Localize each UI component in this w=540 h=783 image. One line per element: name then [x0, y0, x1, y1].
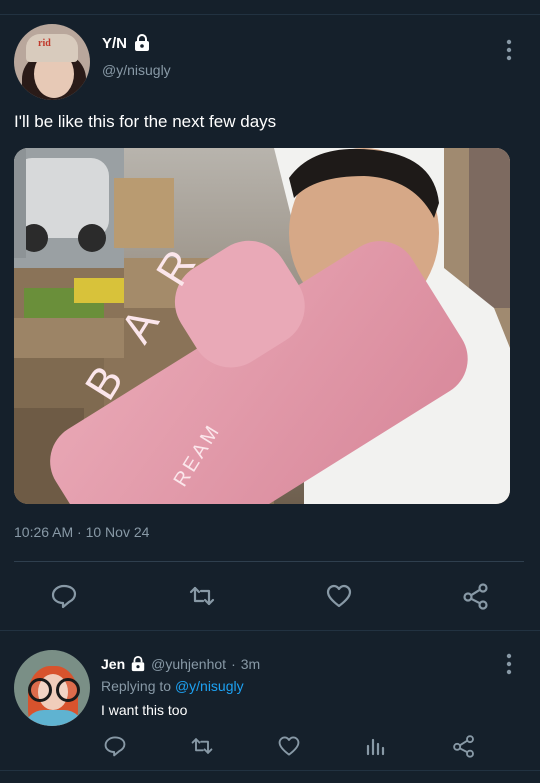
- author-avatar[interactable]: rid: [14, 24, 90, 100]
- reply-more-options-icon[interactable]: [502, 652, 516, 676]
- reply-reply-button[interactable]: [103, 734, 127, 758]
- replying-to-mention[interactable]: @y/nisugly: [175, 678, 244, 694]
- avatar-hat: [26, 34, 78, 62]
- media-photo: B A R REAM: [14, 148, 510, 504]
- reply-author-avatar[interactable]: [14, 650, 90, 726]
- like-icon: [326, 584, 352, 608]
- reply-retweet-button[interactable]: [190, 734, 214, 758]
- like-icon: [278, 736, 300, 756]
- reply-icon: [51, 584, 77, 609]
- share-button[interactable]: [462, 582, 490, 610]
- lock-icon: [131, 656, 145, 672]
- analytics-icon: [366, 738, 385, 756]
- avatar-hat-text: rid: [38, 38, 51, 49]
- replying-to-line: Replying to @y/nisugly: [101, 678, 244, 694]
- more-options-icon[interactable]: [502, 38, 516, 62]
- reply-text: I want this too: [101, 702, 188, 718]
- top-divider: [0, 14, 540, 15]
- retweet-icon: [189, 586, 215, 606]
- replying-to-prefix: Replying to: [101, 678, 172, 694]
- reply-handle[interactable]: @yuhjenhot: [151, 656, 226, 672]
- retweet-button[interactable]: [188, 582, 216, 610]
- author-name-row[interactable]: Y/N: [102, 34, 151, 52]
- author-handle[interactable]: @y/nisugly: [102, 62, 171, 78]
- retweet-icon: [191, 738, 213, 754]
- tweet-text: I'll be like this for the next few days: [14, 112, 277, 131]
- reply-analytics-button[interactable]: [364, 734, 388, 758]
- tweet-bottom-divider: [0, 630, 540, 631]
- like-button[interactable]: [325, 582, 353, 610]
- tweet-timestamp[interactable]: 10:26 AM · 10 Nov 24: [14, 524, 149, 540]
- reply-age: 3m: [240, 656, 261, 672]
- reply-separator: ·: [231, 656, 236, 672]
- share-icon: [453, 735, 474, 758]
- reply-avatar-shirt: [24, 710, 84, 726]
- reply-display-name[interactable]: Jen: [101, 656, 125, 672]
- reply-icon: [104, 736, 126, 757]
- reply-bottom-divider: [0, 770, 540, 771]
- tweet-media-image[interactable]: B A R REAM: [14, 148, 510, 504]
- share-icon: [463, 583, 488, 610]
- reply-like-button[interactable]: [277, 734, 301, 758]
- reply-share-button[interactable]: [452, 734, 476, 758]
- author-display-name[interactable]: Y/N: [102, 35, 127, 52]
- reply-header[interactable]: Jen @yuhjenhot · 3m: [101, 656, 260, 672]
- lock-icon: [135, 34, 150, 51]
- reply-avatar-glasses-right: [56, 678, 80, 702]
- timestamp-divider: [14, 561, 524, 562]
- reply-button[interactable]: [50, 582, 78, 610]
- reply-avatar-glasses-left: [28, 678, 52, 702]
